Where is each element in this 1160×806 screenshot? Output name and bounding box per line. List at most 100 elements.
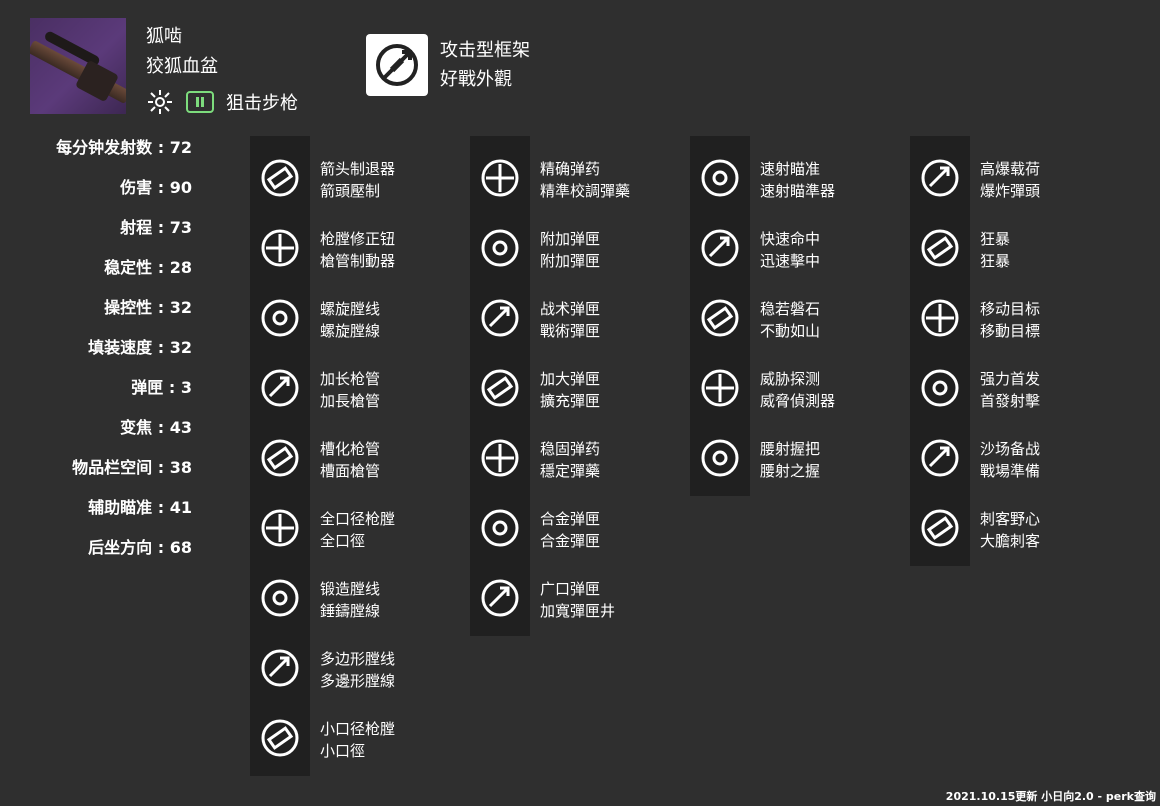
perk-name-traditional: 螺旋膛線: [320, 322, 381, 340]
perk-item[interactable]: 多边形膛线 多邊形膛線: [250, 626, 460, 696]
perk-item[interactable]: 速射瞄准 速射瞄準器: [690, 136, 900, 206]
stat-label: 操控性: [104, 298, 153, 317]
perk-name-traditional: 不動如山: [760, 322, 821, 340]
weapon-image: [30, 18, 126, 114]
perk-label: 枪膛修正钮槍管制動器: [320, 228, 395, 272]
stat-value: 28: [169, 258, 192, 277]
perk-item[interactable]: 稳固弹药 穩定彈藥: [470, 416, 680, 486]
perk-name-traditional: 多邊形膛線: [320, 672, 396, 690]
weapon-subname: 狡狐血盆: [146, 56, 218, 77]
perk-item[interactable]: 锻造膛线 錘鑄膛線: [250, 556, 460, 626]
perk-label: 合金弹匣 合金彈匣: [540, 508, 600, 552]
perk-label: 加长枪管 加長槍管: [320, 368, 380, 412]
perk-item[interactable]: 威胁探测 威脅偵測器: [690, 346, 900, 416]
aggressive-frame-icon: [366, 34, 428, 96]
perk-item[interactable]: 槽化枪管 槽面槍管: [250, 416, 460, 486]
perk-item[interactable]: 附加弹匣 附加彈匣: [470, 206, 680, 276]
perk-item[interactable]: 沙场备战 戰場準備: [910, 416, 1120, 486]
stat-label: 弹匣: [131, 378, 164, 397]
stat-separator: :: [152, 498, 170, 517]
stat-separator: :: [152, 538, 170, 557]
full-bore-icon: [261, 509, 299, 547]
perk-item[interactable]: 合金弹匣 合金彈匣: [470, 486, 680, 556]
perk-item[interactable]: 高爆载荷 爆炸彈頭: [910, 136, 1120, 206]
stat-label: 后坐方向: [88, 538, 153, 557]
footer-text: 2021.10.15更新 小日向2.0 - perk查询: [945, 790, 1156, 803]
perk-label: 槽化枪管 槽面槍管: [320, 438, 380, 482]
perk-name-simplified: 枪膛修正钮: [320, 230, 396, 248]
perk-name-simplified: 威胁探测: [760, 370, 821, 388]
perk-label: 小口径枪膛 小口徑: [320, 718, 395, 762]
stat-row: 填装速度 : 32: [20, 336, 192, 376]
threat-detector-icon: [701, 369, 739, 407]
perk-label: 精确弹药 精準校調彈藥: [540, 158, 630, 202]
perk-item[interactable]: 螺旋膛线 螺旋膛線: [250, 276, 460, 346]
stat-row: 辅助瞄准 : 41: [20, 496, 192, 536]
perk-name-traditional: 箭頭壓制: [320, 182, 381, 200]
perk-name-simplified: 稳固弹药: [540, 440, 601, 458]
perk-label: 锻造膛线 錘鑄膛線: [320, 578, 380, 622]
stat-value: 32: [169, 298, 192, 317]
perk-item[interactable]: 狂暴 狂暴: [910, 206, 1120, 276]
perk-item[interactable]: 小口径枪膛 小口徑: [250, 696, 460, 766]
stat-value: 32: [169, 338, 192, 357]
stat-value: 73: [169, 218, 192, 237]
alloy-mag-icon: [481, 509, 519, 547]
perk-name-simplified: 狂暴: [980, 230, 1011, 248]
perk-item[interactable]: 箭头制退器 箭頭壓制: [250, 136, 460, 206]
stat-value: 43: [169, 418, 192, 437]
perk-name-simplified: 加长枪管: [320, 370, 381, 388]
perk-label: 广口弹匣 加寬彈匣井: [540, 578, 615, 622]
perk-name-simplified: 合金弹匣: [540, 510, 601, 528]
steady-rounds-icon: [481, 439, 519, 477]
perk-label: 战术弹匣 戰術彈匣: [540, 298, 600, 342]
extended-mag-icon: [481, 369, 519, 407]
perk-label: 腰射握把 腰射之握: [760, 438, 820, 482]
perk-item[interactable]: 刺客野心 大膽刺客: [910, 486, 1120, 556]
perk-item[interactable]: 战术弹匣 戰術彈匣: [470, 276, 680, 346]
perk-name-simplified: 沙场备战: [980, 440, 1041, 458]
perk-name-simplified: 战术弹匣: [540, 300, 601, 318]
perk-name-traditional: 加長槍管: [320, 392, 381, 410]
perk-label: 移动目标 移動目標: [980, 298, 1040, 342]
stat-row: 后坐方向 : 68: [20, 536, 192, 576]
perk-item[interactable]: 加长枪管 加長槍管: [250, 346, 460, 416]
stat-label: 变焦: [120, 418, 153, 437]
perk-name-traditional: 精準校調彈藥: [540, 182, 631, 200]
perk-item[interactable]: 强力首发 首發射擊: [910, 346, 1120, 416]
weapon-meta: 狙击步枪: [146, 88, 298, 116]
perk-item[interactable]: 快速命中 迅速擊中: [690, 206, 900, 276]
stat-row: 变焦 : 43: [20, 416, 192, 456]
perk-name-traditional: 小口徑: [320, 742, 366, 760]
stats-list: 每分钟发射数 : 72 伤害 : 90 射程 : 73 稳定性 : 28 操控性 : 3…: [20, 136, 192, 576]
perk-name-simplified: 全口径枪膛: [320, 510, 396, 528]
perk-item[interactable]: 全口径枪膛 全口徑: [250, 486, 460, 556]
perk-item[interactable]: 腰射握把 腰射之握: [690, 416, 900, 486]
perk-name-traditional: 槍管制動器: [320, 252, 396, 270]
stat-value: 38: [169, 458, 192, 477]
perk-item[interactable]: 广口弹匣 加寬彈匣井: [470, 556, 680, 626]
perk-item[interactable]: 精确弹药 精準校調彈藥: [470, 136, 680, 206]
arrowhead-brake-icon: [261, 159, 299, 197]
stat-separator: :: [152, 178, 170, 197]
stat-separator: :: [163, 378, 181, 397]
perk-item[interactable]: 加大弹匣 擴充彈匣: [470, 346, 680, 416]
perk-name-traditional: 狂暴: [980, 252, 1011, 270]
flared-magwell-icon: [481, 579, 519, 617]
perk-item[interactable]: 枪膛修正钮槍管制動器: [250, 206, 460, 276]
stat-row: 稳定性 : 28: [20, 256, 192, 296]
stat-separator: :: [152, 218, 170, 237]
intrinsic-frame: 攻击型框架 好戰外觀: [366, 34, 530, 96]
stat-separator: :: [152, 298, 170, 317]
weapon-type: 狙击步枪: [226, 93, 298, 114]
tactical-mag-icon: [481, 299, 519, 337]
perk-label: 刺客野心 大膽刺客: [980, 508, 1040, 552]
perk-name-traditional: 槽面槍管: [320, 462, 381, 480]
perk-name-traditional: 錘鑄膛線: [320, 602, 381, 620]
stat-label: 射程: [120, 218, 153, 237]
perk-item[interactable]: 移动目标 移動目標: [910, 276, 1120, 346]
perk-name-simplified: 附加弹匣: [540, 230, 601, 248]
special-ammo-icon: [186, 91, 214, 113]
perk-name-simplified: 腰射握把: [760, 440, 821, 458]
perk-item[interactable]: 稳若磐石 不動如山: [690, 276, 900, 346]
